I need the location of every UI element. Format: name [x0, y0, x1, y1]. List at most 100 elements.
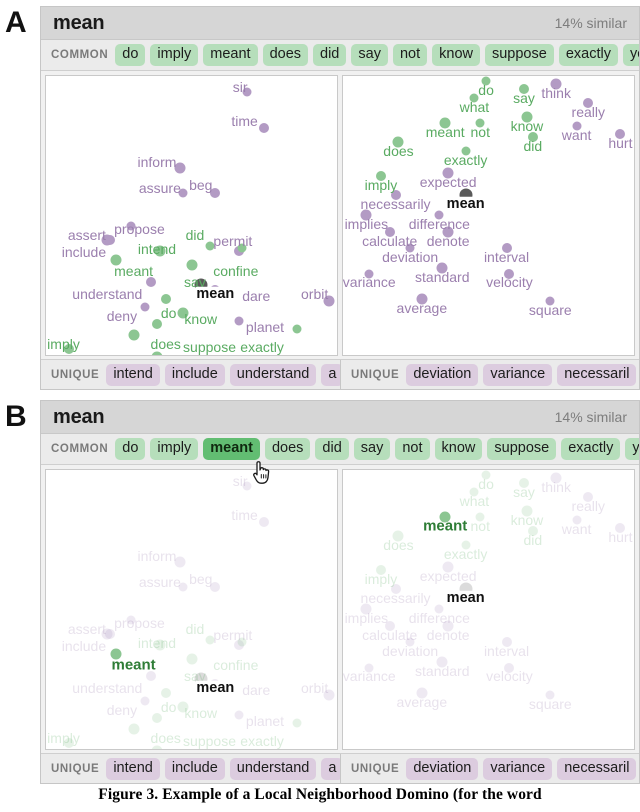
scatter-label-hurt[interactable]: hurt	[608, 530, 632, 544]
scatter-label-imply[interactable]: imply	[47, 731, 80, 745]
scatter-label-sir[interactable]: sir	[233, 474, 248, 488]
scatter-plot-a-right[interactable]: do say think what really know want hurt meant not…	[342, 75, 635, 356]
scatter-plot-a-left[interactable]: sir time inform assure beg assert propose inclu…	[45, 75, 338, 356]
scatter-label-variance[interactable]: variance	[343, 275, 396, 289]
scatter-label-permit[interactable]: permit	[213, 234, 252, 248]
scatter-point[interactable]	[160, 293, 171, 304]
scatter-label-what[interactable]: what	[460, 100, 490, 114]
scatter-label-sir[interactable]: sir	[233, 80, 248, 94]
chip-say[interactable]: say	[353, 438, 391, 460]
scatter-point[interactable]	[151, 351, 163, 355]
chip-not[interactable]: not	[395, 438, 430, 460]
chip-meant[interactable]: meant	[203, 438, 260, 460]
scatter-label-propose[interactable]: propose	[114, 222, 165, 236]
scatter-label-deny[interactable]: deny	[107, 309, 137, 323]
chip-does[interactable]: does	[262, 44, 309, 66]
scatter-label-think[interactable]: think	[541, 480, 571, 494]
scatter-label-meant[interactable]: meant	[114, 264, 153, 278]
chip-necessaril[interactable]: necessaril	[557, 364, 637, 386]
scatter-point[interactable]	[140, 302, 150, 312]
chip-include[interactable]: include	[164, 758, 225, 780]
scatter-point[interactable]	[151, 745, 163, 749]
scatter-label-confine[interactable]: confine	[213, 264, 258, 278]
scatter-label-say[interactable]: say	[513, 91, 535, 105]
scatter-label-imply[interactable]: imply	[365, 572, 398, 586]
scatter-label-average[interactable]: average	[397, 695, 448, 709]
scatter-label-dare[interactable]: dare	[242, 289, 270, 303]
scatter-label-interval[interactable]: interval	[484, 644, 529, 658]
chip-a[interactable]: a	[321, 364, 340, 386]
chip-suppose[interactable]: suppose	[487, 438, 557, 460]
scatter-label-mean[interactable]: mean	[195, 286, 236, 301]
chip-say[interactable]: say	[351, 44, 388, 66]
scatter-label-meant[interactable]: meant	[423, 518, 467, 533]
scatter-label-implies[interactable]: implies	[345, 611, 389, 625]
scatter-label-necessarily[interactable]: necessarily	[361, 197, 431, 211]
chip-intend[interactable]: intend	[106, 364, 160, 386]
scatter-point[interactable]	[174, 556, 186, 567]
scatter-label-time[interactable]: time	[231, 508, 257, 522]
chip-suppose[interactable]: suppose	[484, 44, 554, 66]
scatter-point[interactable]	[186, 259, 198, 271]
scatter-point[interactable]	[234, 710, 244, 720]
scatter-label-know[interactable]: know	[511, 513, 544, 527]
chip-do[interactable]: do	[115, 44, 146, 66]
scatter-label-understand[interactable]: understand	[72, 681, 142, 695]
chip-imply[interactable]: imply	[150, 438, 199, 460]
scatter-label-suppose[interactable]: suppose	[183, 734, 236, 748]
scatter-label-exactly[interactable]: exactly	[240, 734, 284, 748]
scatter-label-meant[interactable]: meant	[112, 658, 156, 673]
scatter-plot-b-left[interactable]: sir time inform assure beg assert propose inclu…	[45, 469, 338, 750]
scatter-label-think[interactable]: think	[541, 86, 571, 100]
scatter-label-average[interactable]: average	[397, 301, 448, 315]
scatter-point[interactable]	[258, 517, 269, 528]
scatter-label-propose[interactable]: propose	[114, 616, 165, 630]
scatter-label-velocity[interactable]: velocity	[486, 275, 533, 289]
scatter-label-assure[interactable]: assure	[139, 181, 181, 195]
scatter-point[interactable]	[128, 723, 140, 735]
scatter-label-assert[interactable]: assert	[68, 228, 106, 242]
scatter-label-deviation[interactable]: deviation	[382, 644, 438, 658]
scatter-label-expected[interactable]: expected	[420, 569, 477, 583]
scatter-label-expected[interactable]: expected	[420, 175, 477, 189]
scatter-label-interval[interactable]: interval	[484, 250, 529, 264]
scatter-label-do[interactable]: do	[478, 477, 494, 491]
scatter-label-know[interactable]: know	[184, 312, 217, 326]
scatter-label-want[interactable]: want	[562, 522, 592, 536]
scatter-point[interactable]	[174, 162, 186, 173]
scatter-label-does[interactable]: does	[151, 337, 181, 351]
scatter-label-calculate[interactable]: calculate	[362, 628, 417, 642]
scatter-label-do[interactable]: do	[161, 306, 177, 320]
scatter-label-really[interactable]: really	[572, 499, 605, 513]
scatter-label-velocity[interactable]: velocity	[486, 669, 533, 683]
scatter-label-denote[interactable]: denote	[427, 628, 470, 642]
scatter-label-variance[interactable]: variance	[343, 669, 396, 683]
scatter-label-did[interactable]: did	[523, 139, 542, 153]
scatter-label-not[interactable]: not	[471, 125, 490, 139]
chip-do[interactable]: do	[115, 438, 146, 460]
chip-variance[interactable]: variance	[483, 758, 553, 780]
scatter-label-did[interactable]: did	[186, 228, 205, 242]
scatter-label-calculate[interactable]: calculate	[362, 234, 417, 248]
scatter-label-understand[interactable]: understand	[72, 287, 142, 301]
scatter-point[interactable]	[140, 696, 150, 706]
chip-yo[interactable]: yo	[625, 438, 639, 460]
scatter-label-necessarily[interactable]: necessarily	[361, 591, 431, 605]
scatter-point[interactable]	[160, 687, 171, 698]
scatter-label-planet[interactable]: planet	[246, 320, 284, 334]
scatter-point[interactable]	[292, 718, 302, 728]
scatter-label-mean[interactable]: mean	[445, 591, 486, 606]
scatter-label-really[interactable]: really	[572, 105, 605, 119]
scatter-label-confine[interactable]: confine	[213, 658, 258, 672]
chip-necessaril[interactable]: necessaril	[557, 758, 637, 780]
chip-meant[interactable]: meant	[203, 44, 258, 66]
chip-a[interactable]: a	[321, 758, 340, 780]
chip-does[interactable]: does	[264, 438, 311, 460]
scatter-point[interactable]	[292, 324, 302, 334]
scatter-label-know[interactable]: know	[511, 119, 544, 133]
scatter-label-square[interactable]: square	[529, 303, 572, 317]
scatter-label-time[interactable]: time	[231, 114, 257, 128]
scatter-label-want[interactable]: want	[562, 128, 592, 142]
scatter-point[interactable]	[258, 123, 269, 134]
chip-did[interactable]: did	[313, 44, 347, 66]
